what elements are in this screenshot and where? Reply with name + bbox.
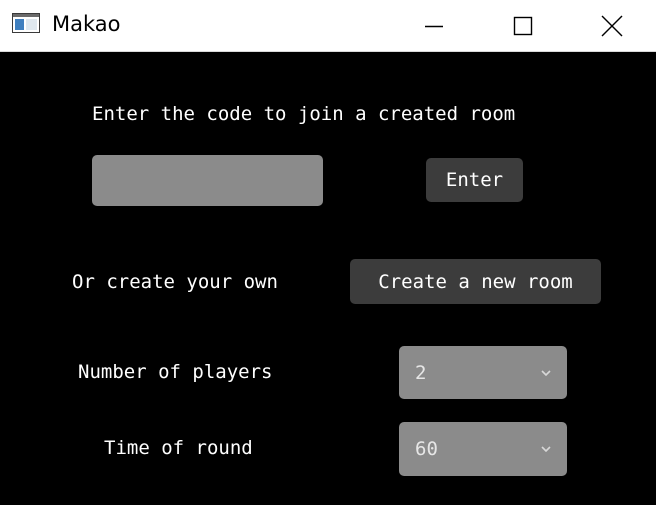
room-code-input[interactable] (92, 155, 323, 206)
minimize-icon (425, 25, 443, 27)
players-select[interactable]: 2 (399, 346, 567, 399)
join-prompt: Enter the code to join a created room (92, 103, 516, 125)
create-room-button-label: Create a new room (378, 270, 573, 293)
app-window-icon (12, 13, 40, 33)
close-button[interactable] (566, 0, 656, 51)
main-content: Enter the code to join a created room En… (0, 52, 656, 505)
chevron-down-icon (541, 369, 551, 376)
create-room-button[interactable]: Create a new room (350, 259, 601, 304)
minimize-button[interactable] (388, 0, 480, 51)
players-select-value: 2 (415, 361, 427, 384)
round-time-select-value: 60 (415, 438, 438, 460)
round-time-label: Time of round (104, 437, 253, 459)
window-title: Makao (52, 12, 121, 36)
create-prompt: Or create your own (72, 271, 278, 293)
enter-button-label: Enter (445, 169, 504, 191)
players-label: Number of players (78, 361, 273, 383)
close-icon (601, 15, 623, 36)
chevron-down-icon (541, 446, 551, 452)
app-window: Makao Enter the code to join a created r… (0, 0, 656, 505)
maximize-icon (513, 16, 533, 35)
enter-button[interactable]: Enter (426, 158, 523, 202)
round-time-select[interactable]: 60 (399, 422, 567, 476)
title-bar[interactable]: Makao (0, 0, 656, 52)
maximize-button[interactable] (477, 0, 569, 51)
